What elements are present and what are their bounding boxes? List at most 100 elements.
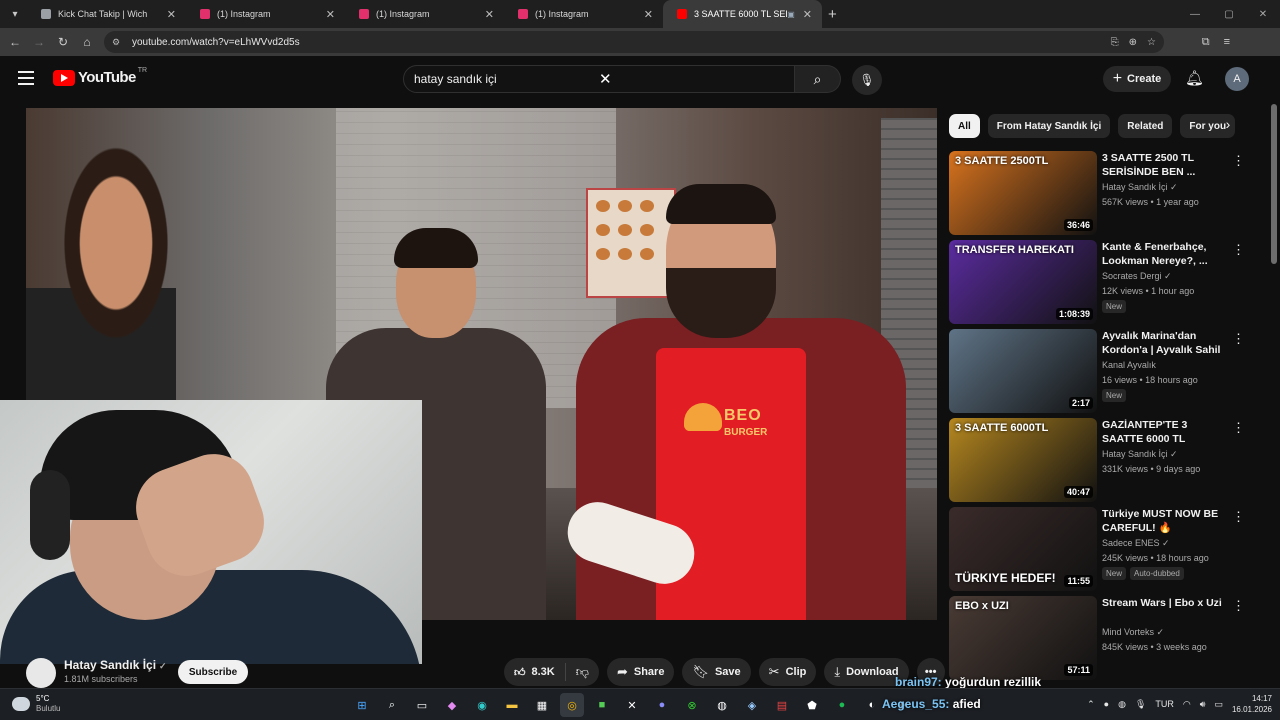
voicemeeter-icon[interactable]: ▤: [770, 693, 794, 717]
tab-search-icon[interactable]: ▾: [3, 4, 27, 24]
extensions-icon[interactable]: ⧉: [1202, 36, 1210, 49]
subscribe-button[interactable]: Subscribe: [178, 660, 248, 684]
recommendation-card[interactable]: TRANSFER HAREKATI 1:08:39 Kante & Fenerbah…: [949, 240, 1249, 324]
recommendation-card[interactable]: 3 SAATTE 2500TL 36:46 3 SAATTE 2500 TL SER…: [949, 151, 1249, 235]
microphone-icon[interactable]: 🎙: [1135, 699, 1146, 710]
capcut-icon[interactable]: ✕: [620, 693, 644, 717]
chip-all[interactable]: All: [949, 114, 980, 138]
chip-related[interactable]: Related: [1118, 114, 1173, 138]
video-title[interactable]: Türkiye MUST NOW BE CAREFUL! 🔥: [1102, 507, 1224, 535]
clear-search-icon[interactable]: ✕: [599, 70, 784, 88]
address-bar[interactable]: ⚙ youtube.com/watch?v=eLhWVvd2d5s ⎘ ⊕ ☆: [104, 31, 1164, 53]
create-button[interactable]: + Create: [1103, 66, 1171, 92]
video-title[interactable]: GAZİANTEP'TE 3 SAATTE 6000 TL SERİSİ!!!: [1102, 418, 1224, 446]
menu-icon[interactable]: [18, 71, 34, 85]
obs-icon[interactable]: ◐: [860, 693, 884, 717]
xbox-icon[interactable]: ⊗: [680, 693, 704, 717]
task-view-icon[interactable]: ▭: [410, 693, 434, 717]
recommendation-card[interactable]: 3 SAATTE 6000TL 40:47 GAZİANTEP'TE 3 SAATT…: [949, 418, 1249, 502]
video-title[interactable]: Ayvalık Marina'dan Kordon'a | Ayvalık Sa…: [1102, 329, 1224, 357]
globe-icon[interactable]: ◍: [710, 693, 734, 717]
dislike-button[interactable]: 👎︎: [566, 664, 599, 680]
more-vertical-icon[interactable]: ⋮: [1232, 242, 1245, 258]
video-thumbnail[interactable]: 3 SAATTE 6000TL 40:47: [949, 418, 1097, 502]
clip-button[interactable]: ✂ Clip: [758, 658, 817, 686]
video-title[interactable]: Kante & Fenerbahçe, Lookman Nereye?, ...: [1102, 240, 1224, 268]
video-title[interactable]: Stream Wars | Ebo x Uzi: [1102, 596, 1224, 610]
wifi-icon[interactable]: ◠: [1183, 699, 1191, 710]
shield-icon[interactable]: ⬟: [800, 693, 824, 717]
more-vertical-icon[interactable]: ⋮: [1232, 153, 1245, 169]
page-scrollbar[interactable]: [1271, 104, 1277, 264]
site-info-icon[interactable]: ⚙: [112, 37, 124, 48]
discord-icon[interactable]: ●: [650, 693, 674, 717]
reading-list-icon[interactable]: ≡: [1224, 36, 1230, 48]
tab-close-icon[interactable]: ✕: [167, 8, 176, 21]
minecraft-icon[interactable]: ■: [590, 693, 614, 717]
channel-line[interactable]: Hatay Sandık İçi ✓: [1102, 449, 1178, 460]
tray-app2-icon[interactable]: ◍: [1118, 699, 1126, 710]
clock[interactable]: 14:17 16.01.2026: [1232, 693, 1272, 715]
close-window-icon[interactable]: ✕: [1246, 9, 1280, 20]
search-icon[interactable]: ⌕: [380, 693, 404, 717]
new-tab-button[interactable]: +: [828, 6, 837, 23]
chevron-up-icon[interactable]: ⌃: [1087, 699, 1095, 710]
recommendation-card[interactable]: 2:17 Ayvalık Marina'dan Kordon'a | Ayvalı…: [949, 329, 1249, 413]
tab-2[interactable]: (1) Instagram ✕: [345, 0, 504, 28]
more-vertical-icon[interactable]: ⋮: [1232, 598, 1245, 614]
video-thumbnail[interactable]: 2:17: [949, 329, 1097, 413]
channel-line[interactable]: Kanal Ayvalık: [1102, 360, 1156, 370]
chevron-right-icon[interactable]: ›: [1218, 116, 1238, 132]
windows-start-icon[interactable]: ⊞: [350, 693, 374, 717]
reload-icon[interactable]: ↻: [51, 35, 75, 49]
recommendation-card[interactable]: TÜRKIYE HEDEF! 11:55 Türkiye MUST NOW BE C…: [949, 507, 1249, 591]
more-vertical-icon[interactable]: ⋮: [1232, 331, 1245, 347]
tab-1[interactable]: (1) Instagram ✕: [186, 0, 345, 28]
minimize-icon[interactable]: —: [1178, 9, 1212, 20]
recommendation-card[interactable]: EBO x UZI 57:11 Stream Wars | Ebo x Uzi Min…: [949, 596, 1249, 680]
channel-line[interactable]: Mind Vorteks ✓: [1102, 627, 1164, 638]
tab-0[interactable]: Kick Chat Takip | Wich ✕: [27, 0, 186, 28]
save-button[interactable]: 🔖︎ Save: [682, 658, 751, 686]
chip-from-channel[interactable]: From Hatay Sandık İçi: [987, 114, 1111, 138]
copilot-icon[interactable]: ◆: [440, 693, 464, 717]
more-vertical-icon[interactable]: ⋮: [1232, 420, 1245, 436]
channel-line[interactable]: Socrates Dergi ✓: [1102, 271, 1172, 282]
back-icon[interactable]: ←: [3, 35, 27, 49]
video-title[interactable]: 3 SAATTE 2500 TL SERİSİNDE BEN ...: [1102, 151, 1224, 179]
notifications-bell-icon[interactable]: 🔔︎: [1185, 69, 1204, 87]
voice-search-button[interactable]: 🎙: [852, 65, 882, 95]
chrome-icon[interactable]: ◎: [560, 693, 584, 717]
speaker-icon[interactable]: 🔊︎: [1200, 699, 1206, 710]
bookmark-star-icon[interactable]: ☆: [1147, 37, 1156, 48]
store-icon[interactable]: ▦: [530, 693, 554, 717]
youtube-logo[interactable]: YouTube TR: [53, 67, 147, 86]
weather-widget[interactable]: 5°C Bulutlu: [12, 694, 60, 714]
battery-icon[interactable]: ▭: [1214, 699, 1223, 710]
tray-app-icon[interactable]: ●: [1104, 699, 1109, 709]
tab-close-icon[interactable]: ✕: [485, 8, 494, 21]
search-button[interactable]: ⌕: [795, 65, 841, 93]
tab-close-icon[interactable]: ✕: [326, 8, 335, 21]
video-thumbnail[interactable]: TÜRKIYE HEDEF! 11:55: [949, 507, 1097, 591]
video-thumbnail[interactable]: 3 SAATTE 2500TL 36:46: [949, 151, 1097, 235]
video-thumbnail[interactable]: TRANSFER HAREKATI 1:08:39: [949, 240, 1097, 324]
video-thumbnail[interactable]: EBO x UZI 57:11: [949, 596, 1097, 680]
forward-icon[interactable]: →: [27, 35, 51, 49]
share-button[interactable]: ➦ Share: [606, 658, 675, 686]
channel-avatar[interactable]: [26, 658, 56, 688]
tab-close-icon[interactable]: ✕: [644, 8, 653, 21]
language-indicator[interactable]: TUR: [1155, 699, 1174, 709]
home-icon[interactable]: ⌂: [75, 35, 99, 49]
channel-line[interactable]: Hatay Sandık İçi ✓: [1102, 182, 1178, 193]
spotify-icon[interactable]: ●: [830, 693, 854, 717]
tab-3[interactable]: (1) Instagram ✕: [504, 0, 663, 28]
channel-line[interactable]: Sadece ENES ✓: [1102, 538, 1170, 549]
file-explorer-icon[interactable]: ▬: [500, 693, 524, 717]
tab-4-active[interactable]: 3 SAATTE 6000 TL SERİSİ !!! ▣ ✕: [663, 0, 822, 28]
channel-name[interactable]: Hatay Sandık İçi ✓: [64, 658, 167, 672]
search-input[interactable]: hatay sandık içi ✕: [403, 65, 795, 93]
more-vertical-icon[interactable]: ⋮: [1232, 509, 1245, 525]
tab-close-icon[interactable]: ✕: [803, 8, 812, 21]
account-avatar[interactable]: A: [1225, 67, 1249, 91]
